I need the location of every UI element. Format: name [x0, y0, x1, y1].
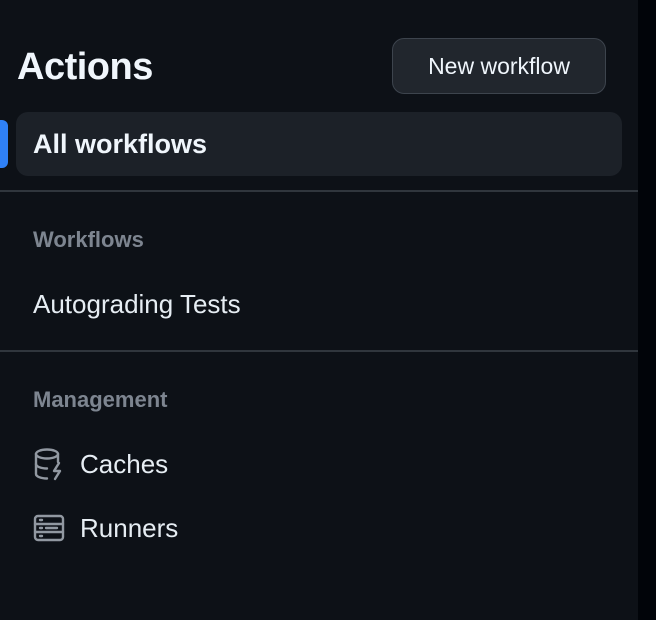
database-icon — [32, 447, 66, 481]
sidebar-item-label: Autograding Tests — [33, 288, 241, 319]
sidebar-item-label: Caches — [80, 448, 169, 479]
page-gutter — [638, 0, 656, 620]
divider — [0, 190, 638, 192]
active-item-indicator — [0, 120, 8, 168]
page-title: Actions — [17, 46, 153, 88]
sidebar-item-all-workflows[interactable]: All workflows — [16, 112, 622, 176]
sidebar-item-label: Runners — [80, 512, 179, 543]
sidebar-item-runners[interactable]: Runners — [16, 502, 622, 554]
new-workflow-button[interactable]: New workflow — [392, 38, 606, 94]
actions-sidebar: Actions New workflow All workflows Workf… — [0, 0, 638, 620]
management-heading: Management — [33, 387, 168, 412]
divider — [0, 350, 638, 352]
sidebar-item-autograding-tests[interactable]: Autograding Tests — [16, 278, 622, 330]
sidebar-header: Actions New workflow — [0, 0, 638, 100]
workflows-heading: Workflows — [33, 227, 144, 252]
sidebar-item-label: All workflows — [33, 128, 208, 159]
server-icon — [32, 511, 66, 545]
sidebar-item-caches[interactable]: Caches — [16, 438, 622, 490]
